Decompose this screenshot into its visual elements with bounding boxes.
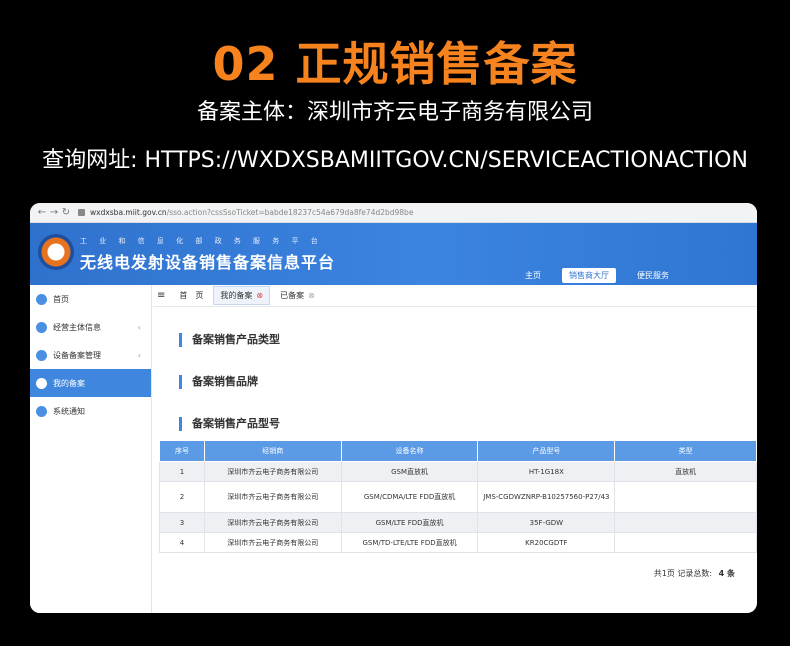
table-cell: 直放机 <box>614 461 757 482</box>
sidebar-item-label: 经营主体信息 <box>53 322 101 332</box>
sidebar-item-label: 我的备案 <box>53 378 85 388</box>
col-header: 序号 <box>159 440 205 462</box>
table-cell: 3 <box>159 512 205 533</box>
banner-title: 无线电发射设备销售备案信息平台 <box>80 253 336 272</box>
table-cell: GSM/CDMA/LTE FDD直放机 <box>340 481 479 513</box>
col-header: 产品型号 <box>477 440 616 462</box>
gear-logo-icon <box>38 234 74 270</box>
col-header: 设备名称 <box>340 440 479 462</box>
table-cell <box>614 481 757 513</box>
close-icon[interactable]: ⊗ <box>256 291 263 300</box>
browser-bar: ← → ↻ wxdxsba.miit.gov.cn/sso.action?css… <box>30 203 757 223</box>
home-icon <box>36 293 47 305</box>
bell-icon <box>36 405 47 417</box>
table-cell: 深圳市齐云电子商务有限公司 <box>203 532 342 553</box>
section-product-model: 备案销售产品型号 <box>179 417 280 431</box>
tab-filed[interactable]: 已备案 ⊗ <box>274 287 321 304</box>
menu-icon[interactable]: ≡ <box>157 290 165 301</box>
tab-home[interactable]: 首 页 <box>173 287 209 304</box>
section-brand: 备案销售品牌 <box>179 375 258 389</box>
col-header: 类型 <box>614 440 757 462</box>
chevron-left-icon: ‹ <box>137 322 141 332</box>
table-row[interactable]: 2 深圳市齐云电子商务有限公司 GSM/CDMA/LTE FDD直放机 JMS-… <box>159 481 757 513</box>
tab-my-filings[interactable]: 我的备案 ⊗ <box>213 286 271 305</box>
table-row[interactable]: 3 深圳市齐云电子商务有限公司 GSM/LTE FDD直放机 35F-GDW <box>159 512 757 533</box>
sidebar: 首页 经营主体信息 ‹ 设备备案管理 ‹ 我的备案 系统通知 <box>30 285 152 613</box>
page-count: 共1页 <box>653 569 675 578</box>
back-icon[interactable]: ← <box>36 207 48 218</box>
table-cell <box>614 532 757 553</box>
table-row[interactable]: 1 深圳市齐云电子商务有限公司 GSM直放机 HT-1G18X 直放机 <box>159 461 757 482</box>
table-cell: 4 <box>159 532 205 553</box>
table-cell: GSM/TD-LTE/LTE FDD直放机 <box>340 532 479 553</box>
total-label: 记录总数: <box>677 569 713 578</box>
sidebar-item-label: 设备备案管理 <box>53 350 101 360</box>
sidebar-item-notifications[interactable]: 系统通知 <box>30 397 151 425</box>
url-path: /sso.action?cssSsoTicket=babde18237c54a6… <box>166 208 414 217</box>
reload-icon[interactable]: ↻ <box>60 207 72 218</box>
filing-table: 序号 经销商 设备名称 产品型号 类型 1 深圳市齐云电子商务有限公司 GSM直… <box>159 440 757 553</box>
screenshot-panel: ← → ↻ wxdxsba.miit.gov.cn/sso.action?css… <box>30 203 757 613</box>
banner-subtitle: 工 业 和 信 息 化 部 政 务 服 务 平 台 <box>80 237 323 245</box>
table-cell: GSM直放机 <box>340 461 479 482</box>
site-banner: 工 业 和 信 息 化 部 政 务 服 务 平 台 无线电发射设备销售备案信息平… <box>30 223 757 285</box>
nav-seller-hall[interactable]: 销售商大厅 <box>562 268 616 283</box>
table-cell: KR20CGDTF <box>477 532 616 553</box>
tab-label: 我的备案 <box>220 291 253 300</box>
list-icon <box>36 377 47 389</box>
nav-services[interactable]: 便民服务 <box>630 268 676 283</box>
table-cell: 深圳市齐云电子商务有限公司 <box>203 461 342 482</box>
table-cell <box>614 512 757 533</box>
section-product-type: 备案销售产品类型 <box>179 333 280 347</box>
page-heading: 02 正规销售备案 <box>212 37 578 91</box>
table-cell: 2 <box>159 481 205 513</box>
sidebar-item-my-filings[interactable]: 我的备案 <box>30 369 151 397</box>
table-header-row: 序号 经销商 设备名称 产品型号 类型 <box>159 440 757 462</box>
sidebar-item-label: 系统通知 <box>53 406 85 416</box>
table-cell: HT-1G18X <box>477 461 616 482</box>
main-content: ≡ 首 页 我的备案 ⊗ 已备案 ⊗ 备案销售产品类型 备案销售品牌 备案销售产品型… <box>153 285 757 613</box>
sidebar-item-entity-info[interactable]: 经营主体信息 ‹ <box>30 313 151 341</box>
table-cell: JMS-CGDWZNRP-B10257560-P27/43 <box>477 481 616 513</box>
forward-icon[interactable]: → <box>48 207 60 218</box>
close-icon[interactable]: ⊗ <box>308 291 315 300</box>
url-host: wxdxsba.miit.gov.cn <box>90 208 167 217</box>
sidebar-item-device-filing[interactable]: 设备备案管理 ‹ <box>30 341 151 369</box>
col-header: 经销商 <box>203 440 342 462</box>
query-url-line: 查询网址: HTTPS://WXDXSBAMIITGOV.CN/SERVICEA… <box>42 148 748 173</box>
sidebar-item-label: 首页 <box>53 294 69 304</box>
total-value: 4 条 <box>718 569 735 578</box>
building-icon <box>36 321 47 333</box>
chevron-left-icon: ‹ <box>137 350 141 360</box>
record-count: 共1页 记录总数: 4 条 <box>654 568 735 579</box>
tab-label: 已备案 <box>280 291 305 300</box>
sidebar-item-home[interactable]: 首页 <box>30 285 151 313</box>
top-nav: 主页 销售商大厅 便民服务 <box>518 268 676 283</box>
lock-icon <box>78 209 85 216</box>
table-cell: 1 <box>159 461 205 482</box>
table-cell: 深圳市齐云电子商务有限公司 <box>203 512 342 533</box>
device-icon <box>36 349 47 361</box>
nav-home[interactable]: 主页 <box>518 268 548 283</box>
tab-label: 首 页 <box>179 291 204 300</box>
table-row[interactable]: 4 深圳市齐云电子商务有限公司 GSM/TD-LTE/LTE FDD直放机 KR… <box>159 532 757 553</box>
table-cell: 35F-GDW <box>477 512 616 533</box>
entity-line: 备案主体：深圳市齐云电子商务有限公司 <box>196 100 593 125</box>
tab-bar: ≡ 首 页 我的备案 ⊗ 已备案 ⊗ <box>153 285 757 307</box>
table-cell: 深圳市齐云电子商务有限公司 <box>203 481 342 513</box>
table-cell: GSM/LTE FDD直放机 <box>340 512 479 533</box>
address-bar[interactable]: wxdxsba.miit.gov.cn/sso.action?cssSsoTic… <box>90 208 413 217</box>
